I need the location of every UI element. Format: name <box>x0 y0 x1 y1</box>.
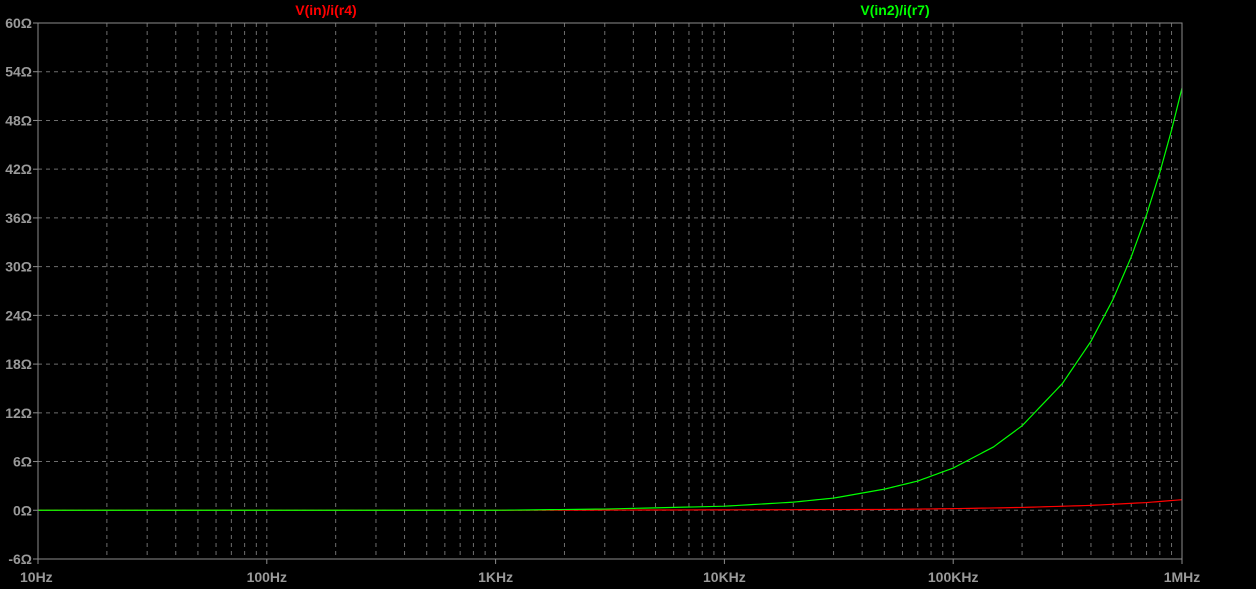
x-tick-label: 1MHz <box>1164 569 1201 585</box>
y-axis-labels: -6Ω 0Ω 6Ω 12Ω 18Ω 24Ω 30Ω 36Ω 42Ω 48Ω 54Ω 60Ω <box>5 15 38 567</box>
series-layer <box>38 87 1183 511</box>
x-axis-labels: 10Hz 100Hz 1KHz 10KHz 100KHz 1MHz <box>20 559 1200 585</box>
y-tick-label: 42Ω <box>5 161 32 177</box>
x-tick-label: 10KHz <box>703 569 746 585</box>
legend: V(in)/i(r4) V(in2)/i(r7) <box>295 2 929 18</box>
grid <box>38 23 1182 559</box>
series-line <box>38 87 1183 511</box>
x-tick-label: 100Hz <box>247 569 287 585</box>
y-tick-label: 24Ω <box>5 307 32 323</box>
x-tick-label: 1KHz <box>478 569 513 585</box>
y-tick-label: 36Ω <box>5 210 32 226</box>
y-tick-label: 6Ω <box>13 454 32 470</box>
impedance-chart: -6Ω0Ω6Ω12Ω18Ω24Ω30Ω36Ω42Ω48Ω54Ω60Ω 10Hz 1… <box>5 2 1200 585</box>
y-tick-label: 54Ω <box>5 64 32 80</box>
legend-entry[interactable]: V(in2)/i(r7) <box>860 2 929 18</box>
y-tick-label: 18Ω <box>5 356 32 372</box>
y-tick-label: 48Ω <box>5 112 32 128</box>
x-tick-label: 10Hz <box>20 569 53 585</box>
y-tick-label: 0Ω <box>13 502 32 518</box>
y-tick-label: 60Ω <box>5 15 32 31</box>
y-tick-label: -6Ω <box>8 551 32 567</box>
legend-entry[interactable]: V(in)/i(r4) <box>295 2 356 18</box>
x-tick-label: 100KHz <box>928 569 979 585</box>
plot-frame <box>37 22 1183 560</box>
y-tick-label: 30Ω <box>5 259 32 275</box>
y-tick-label: 12Ω <box>5 405 32 421</box>
